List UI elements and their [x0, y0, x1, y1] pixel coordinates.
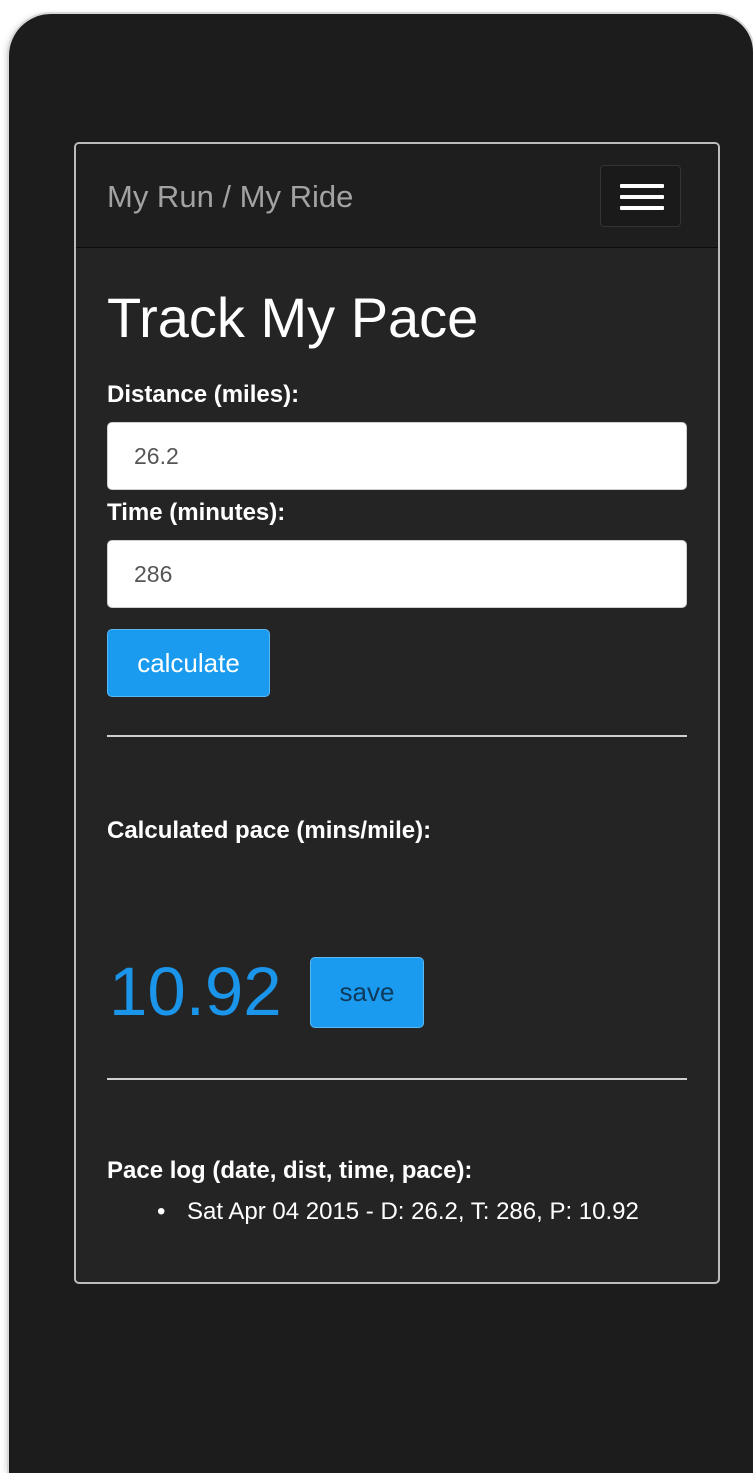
pace-value: 10.92 [109, 953, 282, 1030]
pace-log-item-text: Sat Apr 04 2015 - D: 26.2, T: 286, P: 10… [187, 1198, 639, 1225]
pace-log-list: • Sat Apr 04 2015 - D: 26.2, T: 286, P: … [107, 1193, 687, 1231]
pace-log-item: • Sat Apr 04 2015 - D: 26.2, T: 286, P: … [107, 1193, 687, 1231]
calculate-button[interactable]: calculate [107, 629, 270, 697]
save-button[interactable]: save [310, 957, 424, 1028]
page-title: Track My Pace [107, 286, 479, 349]
navbar: My Run / My Ride [76, 144, 718, 248]
navbar-brand[interactable]: My Run / My Ride [107, 179, 353, 215]
time-input[interactable] [107, 540, 687, 608]
app-screen: My Run / My Ride Track My Pace Distance … [74, 142, 720, 1284]
divider [107, 1078, 687, 1080]
pace-log-label: Pace log (date, dist, time, pace): [107, 1157, 473, 1184]
menu-toggle-button[interactable] [600, 165, 681, 227]
time-label: Time (minutes): [107, 499, 286, 526]
device-frame: My Run / My Ride Track My Pace Distance … [9, 14, 753, 1473]
distance-input[interactable] [107, 422, 687, 490]
distance-label: Distance (miles): [107, 381, 300, 408]
pace-label: Calculated pace (mins/mile): [107, 817, 432, 844]
bullet-icon: • [157, 1198, 166, 1225]
divider [107, 735, 687, 737]
